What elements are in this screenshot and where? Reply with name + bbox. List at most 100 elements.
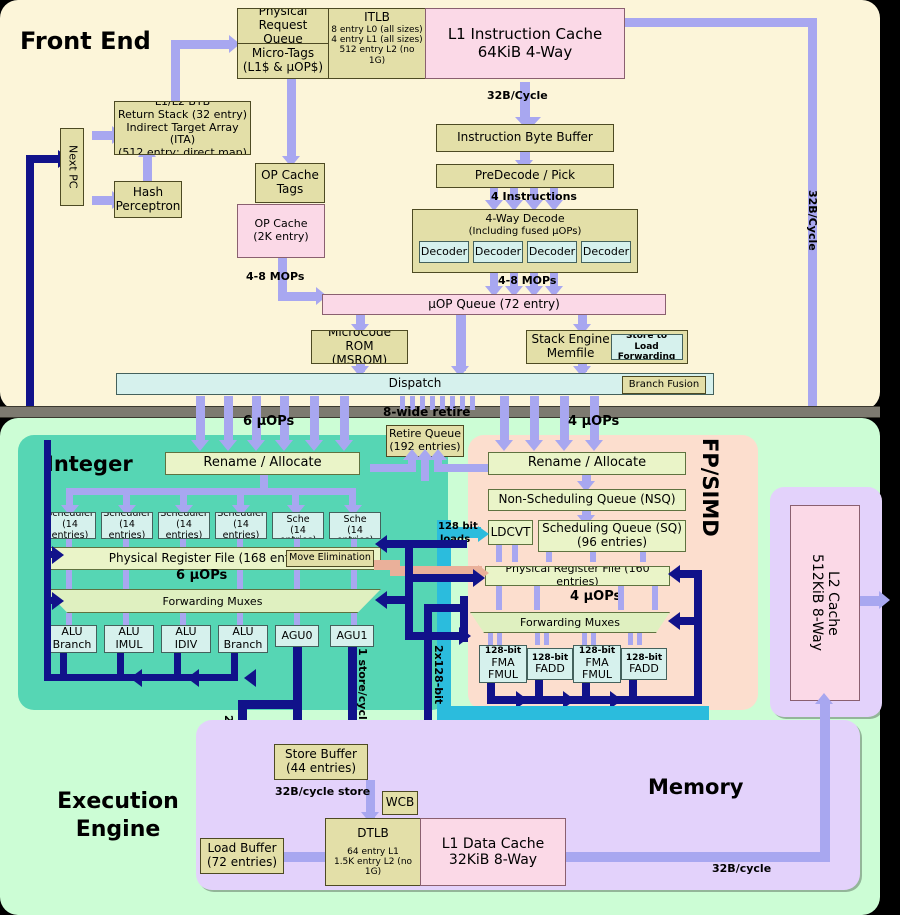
move-elimination-label: Move Elimination bbox=[289, 552, 371, 564]
wcb-box[interactable]: WCB bbox=[382, 791, 418, 815]
btb-box[interactable]: L1/L2 BTB Return Stack (32 entry) Indire… bbox=[114, 101, 251, 155]
load-buffer-box[interactable]: Load Buffer (72 entries) bbox=[200, 838, 284, 874]
l2-cache-box[interactable]: L2 Cache 512KiB 8-Way bbox=[790, 505, 860, 701]
integer-unit-alu-branch-0[interactable]: ALU Branch bbox=[47, 625, 97, 653]
stlf-line2: Forwarding bbox=[617, 352, 676, 360]
scheduler-4-line2: (14 entries) bbox=[280, 524, 317, 538]
fp-unit-fadd-0[interactable]: 128-bit FADD bbox=[527, 648, 573, 680]
integer-title: Integer bbox=[46, 452, 133, 476]
decoder-2[interactable]: Decoder bbox=[527, 241, 577, 264]
fp-exec-0-line3: FMUL bbox=[488, 668, 518, 682]
wire-prf-mux-1 bbox=[66, 570, 72, 589]
op-cache-tags-box[interactable]: OP Cache Tags bbox=[255, 163, 325, 203]
wire-fpprf-mux-2 bbox=[534, 586, 540, 610]
wire-fp-rename-to-retire-h bbox=[434, 464, 492, 472]
microcode-rom-box[interactable]: MicroCode ROM (MSROM) bbox=[311, 330, 408, 364]
uop-queue-box[interactable]: µOP Queue (72 entry) bbox=[322, 294, 666, 315]
wire-int-fp-from-mux bbox=[383, 596, 413, 604]
btb-line2: Return Stack (32 entry) bbox=[117, 108, 248, 122]
scheduler-4-line1: Mem Sche bbox=[286, 513, 310, 525]
micro-tags-box[interactable]: Micro-Tags (L1$ & µOP$) bbox=[237, 43, 329, 79]
fp-rename-allocate-box[interactable]: Rename / Allocate bbox=[488, 452, 686, 475]
next-pc-box[interactable]: Next PC bbox=[60, 128, 84, 206]
integer-forwarding-muxes[interactable]: Forwarding Muxes bbox=[44, 589, 381, 613]
stack-engine-line1: Stack Engine bbox=[531, 332, 610, 347]
scheduler-1-line2: (14 entries) bbox=[108, 519, 146, 539]
integer-unit-alu-branch-1[interactable]: ALU Branch bbox=[218, 625, 268, 653]
store-to-load-forwarding-box[interactable]: Store to Load Forwarding bbox=[610, 334, 683, 360]
fp-forwarding-muxes-label: Forwarding Muxes bbox=[520, 616, 620, 629]
wire-dispatch-int-6 bbox=[340, 396, 349, 442]
stack-engine-box[interactable]: Stack Engine Memfile Store to Load Forwa… bbox=[526, 330, 688, 364]
fp-unit-fma-fmul-1[interactable]: 128-bit FMA FMUL bbox=[573, 645, 621, 683]
fp-exec-2-line1: 128-bit bbox=[578, 646, 616, 657]
op-cache-box[interactable]: OP Cache (2K entry) bbox=[237, 204, 325, 258]
arrowhead-fp-rename-1 bbox=[495, 440, 513, 451]
predecode-label: PreDecode / Pick bbox=[474, 168, 576, 183]
instruction-byte-buffer-box[interactable]: Instruction Byte Buffer bbox=[436, 124, 614, 152]
scheduler-2-line2: (14 entries) bbox=[165, 519, 203, 539]
physical-request-queue-box[interactable]: Physical Request Queue bbox=[237, 8, 329, 44]
label-4-uops-fp: 4 µOPs bbox=[570, 589, 622, 604]
wire-ldcvt-prf-1 bbox=[496, 545, 502, 562]
four-way-decode-box[interactable]: 4-Way Decode (Including fused µOPs) Deco… bbox=[412, 209, 638, 273]
arrowhead-fp-rename-2 bbox=[525, 440, 543, 451]
itlb-box[interactable]: ITLB 8 entry L0 (all sizes) 4 entry L1 (… bbox=[328, 8, 426, 79]
wire-int-fp-top bbox=[405, 540, 467, 548]
uop-queue-label: µOP Queue (72 entry) bbox=[428, 296, 560, 311]
hash-perceptron-box[interactable]: Hash Perceptron bbox=[114, 181, 182, 218]
execution-engine-title-line1: Execution bbox=[57, 789, 179, 814]
integer-mem-scheduler-0[interactable]: Mem Sche (14 entries) bbox=[272, 512, 324, 539]
wire-sched-prf-3 bbox=[180, 539, 186, 547]
integer-scheduler-3[interactable]: Scheduler (14 entries) bbox=[215, 512, 267, 539]
label-6-uops-integer: 6 µOPs bbox=[176, 568, 228, 583]
exec-1-line2: IMUL bbox=[115, 638, 143, 651]
next-pc-label: Next PC bbox=[66, 145, 80, 189]
integer-unit-agu0[interactable]: AGU0 bbox=[275, 625, 319, 647]
fp-unit-fma-fmul-0[interactable]: 128-bit FMA FMUL bbox=[479, 645, 527, 683]
microarchitecture-diagram: Front End 32B/Cycle 4 Instructions 4-8 M… bbox=[0, 0, 900, 915]
integer-unit-alu-imul[interactable]: ALU IMUL bbox=[104, 625, 154, 653]
arrowhead-int-rename-6 bbox=[335, 440, 353, 451]
arrowhead-wb-b bbox=[187, 669, 199, 687]
integer-scheduler-2[interactable]: Scheduler (14 entries) bbox=[158, 512, 210, 539]
store-buffer-box[interactable]: Store Buffer (44 entries) bbox=[274, 744, 368, 780]
move-elimination-box[interactable]: Move Elimination bbox=[286, 550, 374, 567]
integer-unit-alu-idiv[interactable]: ALU IDIV bbox=[161, 625, 211, 653]
wire-btb-to-prq bbox=[171, 40, 233, 49]
wire-l1i-to-right-bus bbox=[624, 18, 816, 27]
integer-rename-allocate-box[interactable]: Rename / Allocate bbox=[165, 452, 360, 475]
integer-mem-scheduler-1[interactable]: Mem Sche (14 entries) bbox=[329, 512, 381, 539]
scheduler-3-line2: (14 entries) bbox=[222, 519, 260, 539]
itlb-title: ITLB bbox=[364, 10, 390, 24]
wire-fpprf-mux-1 bbox=[496, 586, 502, 610]
predecode-pick-box[interactable]: PreDecode / Pick bbox=[436, 164, 614, 188]
fp-prf-box[interactable]: Physical Register File (160 entries) bbox=[485, 566, 670, 586]
l1-instruction-cache-box[interactable]: L1 Instruction Cache 64KiB 4-Way bbox=[425, 8, 625, 79]
fp-unit-fadd-1[interactable]: 128-bit FADD bbox=[621, 648, 667, 680]
ldcvt-box[interactable]: LDCVT bbox=[488, 520, 533, 545]
decoder-1[interactable]: Decoder bbox=[473, 241, 523, 264]
l1-data-cache-box[interactable]: L1 Data Cache 32KiB 8-Way bbox=[420, 818, 566, 886]
fp-sq-box[interactable]: Scheduling Queue (SQ) (96 entries) bbox=[538, 520, 686, 552]
label-4-uops-dispatch: 4 µOPs bbox=[568, 414, 620, 429]
dtlb-box[interactable]: DTLB 64 entry L1 1.5K entry L2 (no 1G) bbox=[325, 818, 421, 886]
integer-scheduler-0[interactable]: Scheduler (14 entries) bbox=[44, 512, 96, 539]
fp-forwarding-muxes[interactable]: Forwarding Muxes bbox=[470, 612, 670, 633]
itlb-line3: 512 entry L2 (no 1G) bbox=[339, 45, 415, 66]
decoder-0[interactable]: Decoder bbox=[419, 241, 469, 264]
micro-tags-line1: Micro-Tags bbox=[251, 46, 315, 61]
l2-line1: L2 Cache bbox=[825, 570, 842, 636]
wire-fpmux-fadd1-a bbox=[628, 633, 633, 645]
decoder-3[interactable]: Decoder bbox=[581, 241, 631, 264]
arrowhead-intmux-in bbox=[375, 591, 387, 609]
integer-unit-agu1[interactable]: AGU1 bbox=[330, 625, 374, 647]
arrowhead-l2-out bbox=[879, 591, 890, 609]
integer-scheduler-1[interactable]: Scheduler (14 entries) bbox=[101, 512, 153, 539]
arrowhead-int-rename-4 bbox=[275, 440, 293, 451]
fp-nsq-box[interactable]: Non-Scheduling Queue (NSQ) bbox=[488, 489, 686, 511]
exec-2-line2: IDIV bbox=[174, 638, 198, 651]
arrowhead-wb-a bbox=[130, 669, 142, 687]
branch-fusion-box[interactable]: Branch Fusion bbox=[622, 376, 706, 394]
wire-nextpc-feedback-horizontal bbox=[26, 155, 60, 163]
